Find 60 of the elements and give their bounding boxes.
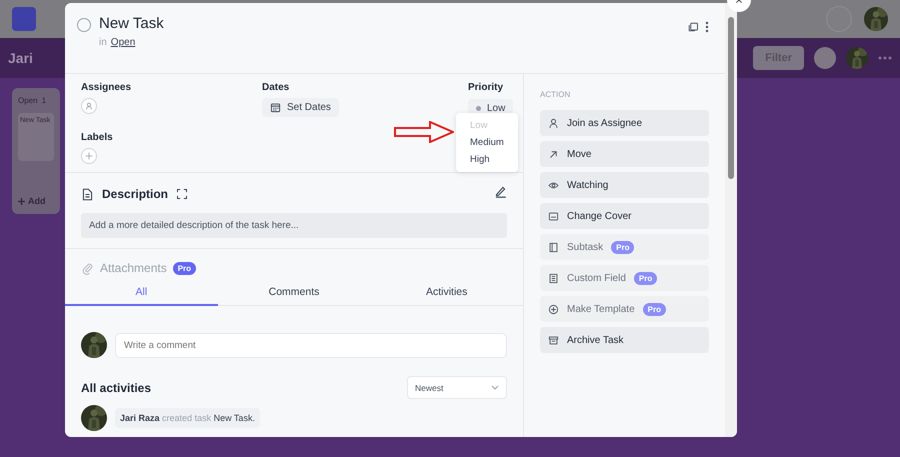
chevron-down-icon	[491, 385, 499, 390]
more-icon[interactable]	[705, 21, 709, 33]
action-icon	[548, 304, 559, 314]
tab[interactable]: All	[65, 281, 218, 306]
document-icon	[81, 188, 94, 200]
menu-item[interactable]: High	[456, 151, 518, 168]
paperclip-icon	[81, 262, 94, 274]
set-dates-button[interactable]: Set Dates	[262, 98, 339, 117]
pro-badge: Pro	[611, 240, 634, 254]
list-prefix: in	[99, 37, 107, 48]
plus-icon	[18, 198, 25, 204]
plus-icon	[84, 151, 94, 161]
tab[interactable]: Comments	[218, 281, 370, 306]
action-icon	[548, 148, 559, 160]
pro-badge: Pro	[172, 262, 196, 274]
action-icon	[548, 334, 559, 346]
sort-dropdown[interactable]: Newest	[407, 376, 507, 399]
menu-item[interactable]: Medium	[456, 134, 518, 151]
task-title: New Task	[99, 15, 164, 32]
scrollbar-thumb[interactable]	[728, 17, 734, 179]
field-label: Dates	[262, 82, 290, 93]
copy-icon	[687, 21, 699, 33]
board-title: Jari	[8, 50, 33, 66]
description-field[interactable]: Add a more detailed description of the task here...	[81, 213, 507, 238]
pro-badge: Pro	[642, 302, 666, 316]
section-title: Description	[102, 187, 168, 201]
action-button[interactable]: Change Cover	[540, 203, 709, 229]
action-icon	[548, 210, 559, 222]
arrow-icon	[394, 121, 454, 143]
more-icon[interactable]	[878, 56, 892, 60]
section-title: All activities	[81, 380, 152, 394]
action-icon	[548, 242, 559, 252]
edit-icon	[494, 185, 507, 198]
app-logo-icon[interactable]	[12, 7, 36, 31]
complete-checkbox[interactable]	[77, 18, 91, 32]
field-label: Labels	[81, 132, 114, 143]
action-button[interactable]: Archive Task	[540, 327, 709, 353]
action-button[interactable]: Watching	[540, 172, 709, 198]
add-assignee-button[interactable]	[81, 98, 97, 114]
calendar-icon	[270, 102, 281, 113]
action-button[interactable]: Move	[540, 141, 709, 167]
action-button[interactable]: Join as Assignee	[540, 110, 709, 136]
action-icon	[548, 118, 559, 128]
comment-field[interactable]: Write a comment	[115, 332, 507, 358]
column-count: 1	[42, 96, 46, 105]
action-icon	[548, 272, 559, 284]
expand-icon	[176, 188, 188, 200]
activity-text: Jari Raza created task New Task.	[115, 408, 260, 428]
column-title: Open	[18, 96, 38, 105]
list-link[interactable]: Open	[110, 37, 136, 48]
tab[interactable]: Activities	[370, 281, 524, 306]
field-label: Assignees	[81, 82, 132, 93]
icon-button[interactable]	[814, 47, 836, 69]
field-label: Priority	[468, 82, 504, 93]
add-label-button[interactable]	[81, 148, 97, 164]
section-title: Attachments	[100, 261, 167, 275]
user-icon	[84, 101, 94, 111]
action-icon	[548, 180, 559, 190]
pro-badge: Pro	[634, 272, 658, 284]
section-heading: ACTION	[540, 90, 572, 99]
